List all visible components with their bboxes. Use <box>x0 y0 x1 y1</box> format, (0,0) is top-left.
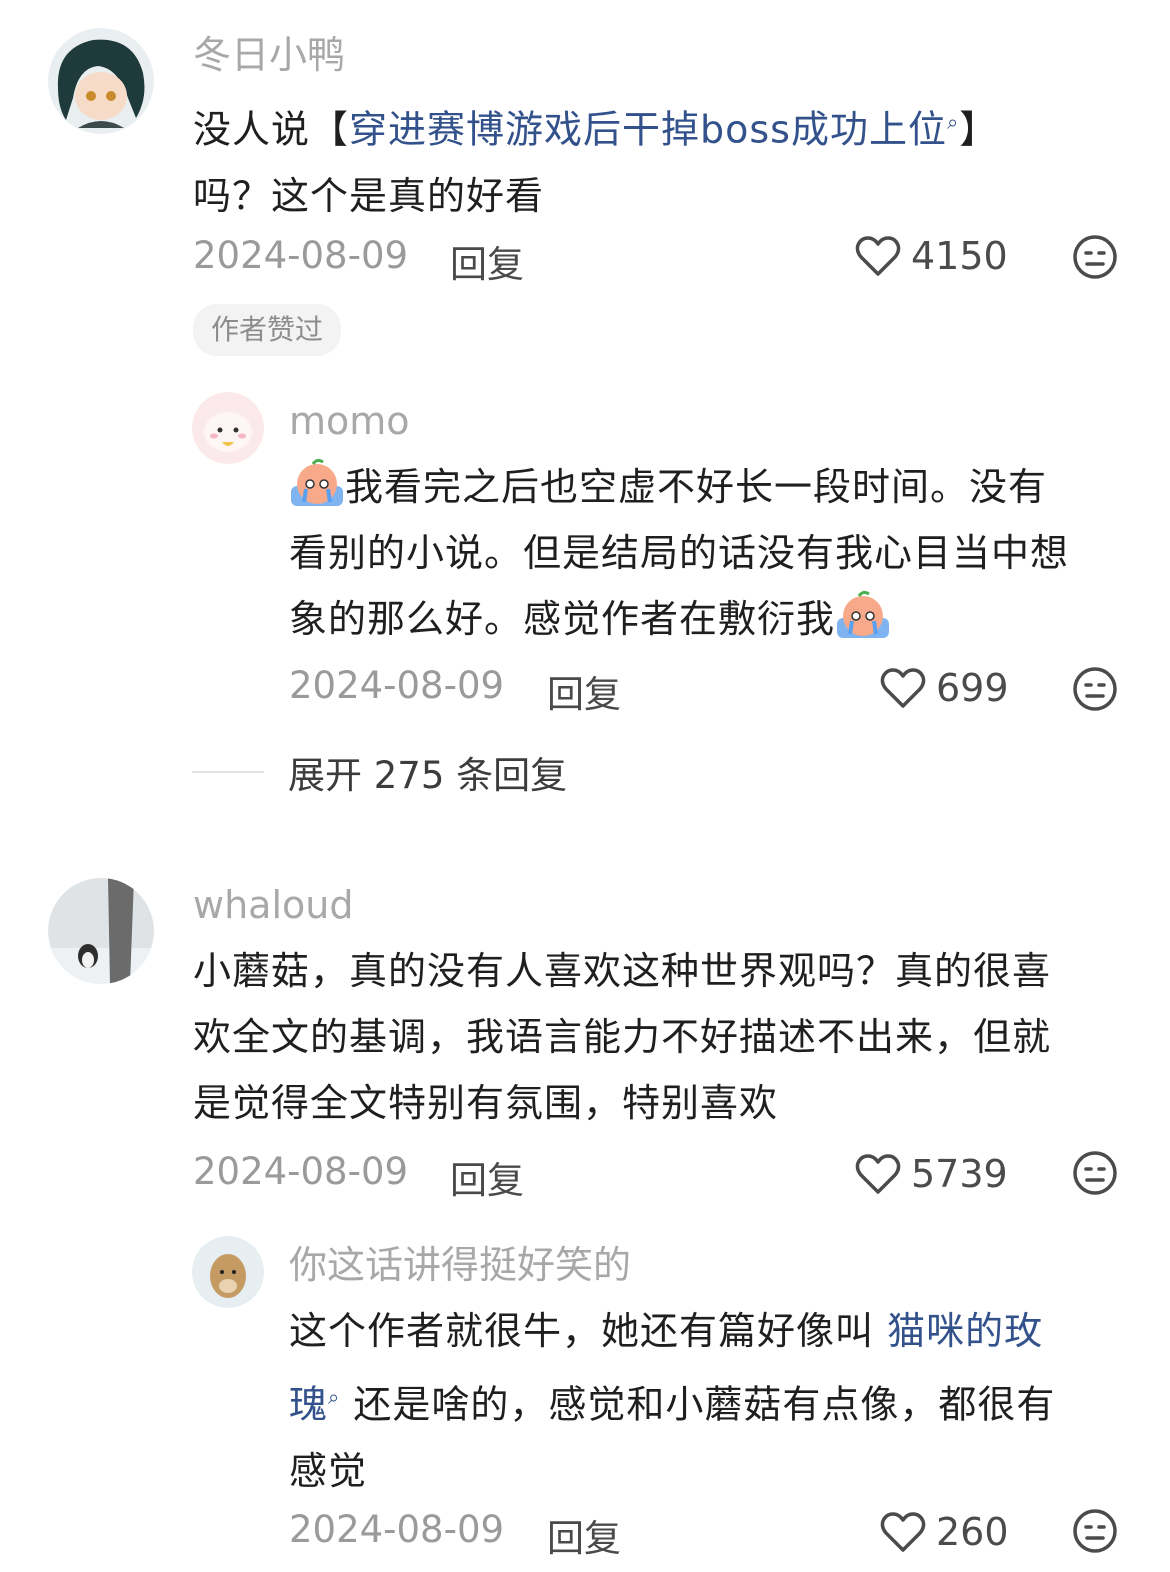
heart-outline-icon <box>855 1154 901 1194</box>
search-icon[interactable]: ⌕ <box>328 1385 340 1409</box>
reply-text-line: 看别的小说。但是结局的话没有我心目当中想 <box>289 531 1070 575</box>
comment-text-line: 小蘑菇，真的没有人喜欢这种世界观吗？真的很喜 <box>193 949 1052 993</box>
like-count: 699 <box>936 666 1009 710</box>
comment-text-suffix: 】 <box>959 107 999 152</box>
comment-username[interactable]: whaloud <box>193 882 353 928</box>
like-button[interactable]: 4150 <box>855 234 1008 278</box>
meh-face-icon[interactable] <box>1072 234 1118 280</box>
reply-text: 这个作者就很牛，她还有篇好像叫 猫咪的玫 瑰⌕ 还是啥的，感觉和小蘑菇有点像，都… <box>289 1298 1129 1504</box>
comment-text: 没人说【穿进赛博游戏后干掉boss成功上位⌕】 吗？这个是真的好看 <box>193 89 1113 229</box>
reply-text-line: 感觉 <box>289 1448 368 1493</box>
like-button[interactable]: 260 <box>880 1510 1009 1554</box>
heart-outline-icon <box>880 1512 926 1552</box>
reply-date: 2024-08-09 <box>289 1508 505 1551</box>
reply-button[interactable]: 回复 <box>547 664 621 718</box>
reply-username[interactable]: 你这话讲得挺好笑的 <box>289 1242 631 1288</box>
reply-text-line: 我看完之后也空虚不好长一段时间。没有 <box>345 465 1048 509</box>
expand-replies[interactable]: 展开 275 条回复 <box>192 745 567 799</box>
reply-text-line: 还是啥的，感觉和小蘑菇有点像，都很有 <box>353 1382 1056 1427</box>
like-count: 260 <box>936 1510 1009 1554</box>
comment-text: 小蘑菇，真的没有人喜欢这种世界观吗？真的很喜 欢全文的基调，我语言能力不好描述不… <box>193 938 1133 1136</box>
comment-text-line: 欢全文的基调，我语言能力不好描述不出来，但就 <box>193 1015 1052 1059</box>
reply-button[interactable]: 回复 <box>450 1150 524 1204</box>
reply-text-line: 象的那么好。感觉作者在敷衍我 <box>289 597 836 641</box>
meh-face-icon[interactable] <box>1072 666 1118 712</box>
reply-button[interactable]: 回复 <box>450 234 524 288</box>
reply-date: 2024-08-09 <box>289 664 505 707</box>
crying-peach-emoji <box>291 458 343 506</box>
reply-text: 我看完之后也空虚不好长一段时间。没有 看别的小说。但是结局的话没有我心目当中想 … <box>289 454 1129 652</box>
like-count: 4150 <box>911 234 1008 278</box>
like-count: 5739 <box>911 1152 1008 1196</box>
reply-username[interactable]: momo <box>289 398 410 444</box>
comment-text-line: 是觉得全文特别有氛围，特别喜欢 <box>193 1081 779 1125</box>
heart-outline-icon <box>880 668 926 708</box>
heart-outline-icon <box>855 236 901 276</box>
novel-link[interactable]: 穿进赛博游戏后干掉boss成功上位 <box>349 108 947 152</box>
like-button[interactable]: 5739 <box>855 1152 1008 1196</box>
comment-text-prefix: 没人说【 <box>193 107 350 152</box>
avatar[interactable] <box>192 1236 264 1308</box>
meh-face-icon[interactable] <box>1072 1150 1118 1196</box>
novel-link[interactable]: 猫咪的玫 <box>887 1309 1043 1353</box>
comment-text-line: 吗？这个是真的好看 <box>193 173 545 218</box>
avatar[interactable] <box>48 878 154 984</box>
reply-button[interactable]: 回复 <box>547 1508 621 1562</box>
like-button[interactable]: 699 <box>880 666 1009 710</box>
avatar[interactable] <box>192 392 264 464</box>
author-liked-badge: 作者赞过 <box>193 304 342 356</box>
comment-date: 2024-08-09 <box>193 234 409 277</box>
avatar[interactable] <box>48 28 154 134</box>
comment-username[interactable]: 冬日小鸭 <box>193 32 345 78</box>
divider <box>192 771 264 773</box>
search-icon[interactable]: ⌕ <box>947 110 959 134</box>
novel-link[interactable]: 瑰 <box>289 1383 328 1427</box>
reply-text-line: 这个作者就很牛，她还有篇好像叫 <box>289 1309 875 1353</box>
comment-date: 2024-08-09 <box>193 1150 409 1193</box>
meh-face-icon[interactable] <box>1072 1508 1118 1554</box>
crying-peach-emoji <box>837 590 890 638</box>
expand-replies-label[interactable]: 展开 275 条回复 <box>288 745 567 799</box>
